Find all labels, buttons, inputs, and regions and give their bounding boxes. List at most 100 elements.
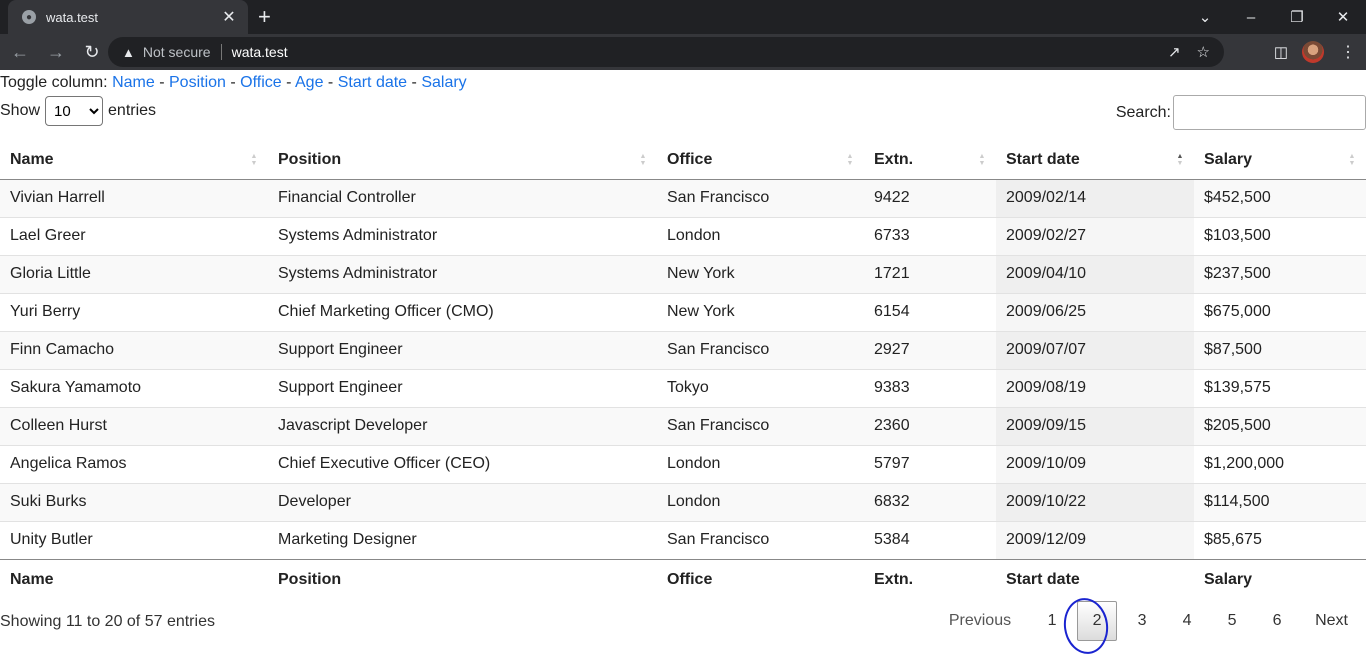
cell-start-date: 2009/12/09 <box>996 521 1194 559</box>
toggle-age-link[interactable]: Age <box>295 74 323 91</box>
entries-label: entries <box>108 102 157 119</box>
header-extn[interactable]: Extn. ▲ ▼ <box>864 141 996 180</box>
cell-name: Unity Butler <box>10 531 93 548</box>
page-button-6[interactable]: 6 <box>1257 601 1297 641</box>
browser-tab-strip: ● wata.test ✕ + ⌄ – ❐ ✕ <box>0 0 1366 34</box>
header-label: Start date <box>1006 150 1080 168</box>
cell-name: Angelica Ramos <box>10 455 127 472</box>
cell-office: San Francisco <box>657 407 864 445</box>
page-button-2-current[interactable]: 2 <box>1077 601 1118 641</box>
toggle-salary-link[interactable]: Salary <box>421 74 466 91</box>
url-text[interactable]: wata.test <box>232 44 1152 60</box>
page-length-select[interactable]: 10 <box>45 96 104 126</box>
cell-position: Developer <box>268 483 657 521</box>
side-panel-icon[interactable]: ◫ <box>1274 43 1288 61</box>
cell-extn: 2360 <box>864 407 996 445</box>
toggle-name-link[interactable]: Name <box>112 74 155 91</box>
cell-name: Vivian Harrell <box>0 179 268 217</box>
more-menu-icon[interactable]: ⋮ <box>1340 42 1356 62</box>
header-label: Salary <box>1204 150 1253 168</box>
cell-start-date: 2009/08/19 <box>996 369 1194 407</box>
table-row: Finn Camacho Support Engineer San Francisc… <box>0 331 1366 369</box>
cell-name: Suki Burks <box>0 483 268 521</box>
page-button-4[interactable]: 4 <box>1167 601 1207 641</box>
new-tab-icon[interactable]: + <box>258 4 271 30</box>
page-button-3[interactable]: 3 <box>1122 601 1162 641</box>
cell-office: New York <box>657 255 864 293</box>
cell-salary: $675,000 <box>1204 303 1271 320</box>
cell-salary: $139,575 <box>1204 379 1271 396</box>
cell-salary: $114,500 <box>1194 483 1366 521</box>
cell-position: Javascript Developer <box>268 407 657 445</box>
toggle-column-bar: Toggle column: Name - Position - Office … <box>0 74 467 91</box>
cell-position: Systems Administrator <box>278 227 438 244</box>
tab-title: wata.test <box>46 9 99 25</box>
header-start-date[interactable]: Start date ▲ ▼ <box>996 141 1194 180</box>
page-button-1[interactable]: 1 <box>1032 601 1072 641</box>
close-window-icon[interactable]: ✕ <box>1320 0 1366 34</box>
header-name[interactable]: Name ▲ ▼ <box>0 141 268 180</box>
tab-search-icon[interactable]: ⌄ <box>1182 0 1228 34</box>
table-row: Yuri Berry Chief Marketing Officer (CMO) N… <box>0 293 1366 331</box>
restore-icon[interactable]: ❐ <box>1274 0 1320 34</box>
toggle-column-label: Toggle column: <box>0 74 108 91</box>
cell-position: Systems Administrator <box>268 255 657 293</box>
toggle-start-date-link[interactable]: Start date <box>338 74 407 91</box>
cell-office: London <box>667 227 721 244</box>
back-icon[interactable]: ← <box>4 36 36 68</box>
cell-extn: 5797 <box>874 455 910 472</box>
cell-start-date: 2009/09/15 <box>996 407 1194 445</box>
next-button[interactable]: Next <box>1311 601 1352 641</box>
close-tab-icon[interactable]: ✕ <box>220 7 238 27</box>
cell-office: London <box>657 483 864 521</box>
cell-extn: 2927 <box>864 331 996 369</box>
security-label[interactable]: Not secure <box>143 44 211 60</box>
table-row: Sakura Yamamoto Support Engineer Tokyo 9383… <box>0 369 1366 407</box>
forward-icon[interactable]: → <box>40 36 72 68</box>
header-position[interactable]: Position ▲ ▼ <box>268 141 657 180</box>
cell-start-date: 2009/10/09 <box>996 445 1194 483</box>
footer-salary: Salary <box>1194 558 1366 601</box>
toolbar-right: ◫ ⋮ <box>1274 34 1356 70</box>
search-input[interactable] <box>1173 95 1366 130</box>
page-button-5[interactable]: 5 <box>1212 601 1252 641</box>
cell-salary: $103,500 <box>1204 227 1271 244</box>
table-body: Vivian Harrell Financial Controller San Fr… <box>0 179 1366 559</box>
sort-icon: ▲ ▼ <box>250 153 258 167</box>
show-label: Show <box>0 102 41 119</box>
table-row: Angelica Ramos Chief Executive Officer (C… <box>0 445 1366 483</box>
cell-position: Support Engineer <box>268 331 657 369</box>
share-icon[interactable]: ↗ <box>1168 43 1181 61</box>
browser-tab[interactable]: ● wata.test ✕ <box>8 0 248 34</box>
cell-position: Financial Controller <box>268 179 657 217</box>
cell-name: Gloria Little <box>0 255 268 293</box>
warning-icon[interactable]: ▲ <box>122 45 135 60</box>
cell-office: San Francisco <box>657 179 864 217</box>
table-info: Showing 11 to 20 of 57 entries <box>0 613 215 630</box>
sort-icon: ▲ ▼ <box>639 153 647 167</box>
address-bar[interactable]: ▲ Not secure wata.test ↗ ☆ <box>108 37 1224 67</box>
footer-name: Name <box>0 558 268 601</box>
cell-office: Tokyo <box>667 379 709 396</box>
previous-button[interactable]: Previous <box>945 601 1015 641</box>
header-label: Extn. <box>874 150 914 168</box>
header-office[interactable]: Office ▲ ▼ <box>657 141 864 180</box>
toggle-position-link[interactable]: Position <box>169 74 226 91</box>
sort-ascending-icon: ▲ ▼ <box>1176 153 1184 167</box>
header-label: Office <box>667 150 713 168</box>
bookmark-star-icon[interactable]: ☆ <box>1197 43 1210 61</box>
cell-salary: $205,500 <box>1194 407 1366 445</box>
cell-name: Yuri Berry <box>10 303 81 320</box>
cell-name: Colleen Hurst <box>0 407 268 445</box>
toggle-office-link[interactable]: Office <box>240 74 282 91</box>
cell-extn: 6832 <box>864 483 996 521</box>
cell-start-date: 2009/07/07 <box>996 331 1194 369</box>
footer-row: Name Position Office Extn. Start date Sa… <box>0 558 1366 601</box>
profile-avatar[interactable] <box>1302 41 1324 63</box>
cell-position: Marketing Designer <box>278 531 417 548</box>
cell-name: Sakura Yamamoto <box>10 379 142 396</box>
header-salary[interactable]: Salary ▲ ▼ <box>1194 141 1366 180</box>
reload-icon[interactable]: ↻ <box>76 36 108 68</box>
minimize-icon[interactable]: – <box>1228 0 1274 34</box>
table-row: Suki Burks Developer London 6832 2009/10/22 $… <box>0 483 1366 521</box>
